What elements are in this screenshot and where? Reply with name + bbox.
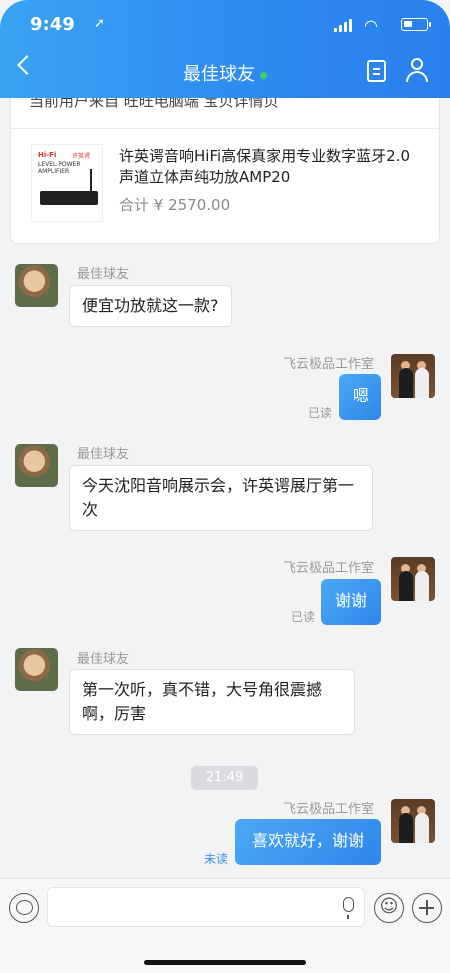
online-status-icon (260, 71, 267, 79)
product-name[interactable]: 许英谔音响HiFi高保真家用专业数字蓝牙2.0声道立体声纯功放AMP20 (119, 146, 419, 188)
emoji-icon[interactable]: ☺ (374, 893, 404, 923)
wifi-icon: ◠ (364, 16, 378, 35)
battery-icon (401, 18, 431, 31)
contact-avatar[interactable] (15, 264, 58, 307)
profile-icon[interactable] (406, 58, 428, 82)
message-bubble-outgoing[interactable]: 喜欢就好，谢谢 (235, 819, 381, 865)
read-status: 已读 (290, 610, 315, 624)
message-input[interactable] (47, 887, 365, 927)
unread-status: 未读 (203, 852, 228, 866)
sender-name: 最佳球友 (77, 447, 130, 462)
card-divider (11, 128, 439, 129)
order-document-icon[interactable] (367, 60, 386, 82)
message-bubble-outgoing[interactable]: 谢谢 (321, 579, 381, 625)
status-bar: 9:49 ➚ ◠ (30, 14, 431, 38)
my-avatar[interactable] (391, 557, 435, 601)
signal-icon (334, 18, 352, 32)
contact-avatar[interactable] (15, 444, 58, 487)
input-bar: ☺ (0, 878, 450, 973)
message-timestamp: 21:49 (191, 766, 258, 790)
chat-bubble-icon[interactable] (9, 893, 39, 923)
home-indicator[interactable] (144, 960, 306, 965)
status-time: 9:49 (30, 14, 75, 35)
message-bubble-outgoing[interactable]: 嗯 (339, 374, 381, 420)
message-bubble-incoming[interactable]: 便宜功放就这一款? (69, 285, 232, 327)
microphone-icon[interactable] (343, 897, 354, 919)
contact-name: 最佳球友 (183, 64, 255, 85)
sender-name: 飞云极品工作室 (282, 561, 374, 576)
product-price: 合计 ¥ 2570.00 (119, 196, 231, 214)
my-avatar[interactable] (391, 354, 435, 398)
message-bubble-incoming[interactable]: 今天沈阳音响展示会，许英谔展厅第一次 (69, 465, 373, 531)
source-info: 当前用户来自 旺旺电脑端 宝贝详情页 (29, 98, 279, 110)
product-card[interactable]: 当前用户来自 旺旺电脑端 宝贝详情页 Hi-Fi 许英谔 LEVEL POWER… (10, 98, 440, 244)
sender-name: 飞云极品工作室 (282, 357, 374, 372)
contact-avatar[interactable] (15, 648, 58, 691)
chat-header: 9:49 ➚ ◠ 最佳球友 (0, 0, 450, 98)
plus-icon[interactable] (412, 893, 442, 923)
message-bubble-incoming[interactable]: 第一次听，真不错，大号角很震撼啊，厉害 (69, 669, 355, 735)
my-avatar[interactable] (391, 799, 435, 843)
location-arrow-icon: ➚ (94, 16, 105, 31)
sender-name: 飞云极品工作室 (282, 802, 374, 817)
read-status: 已读 (307, 406, 332, 420)
sender-name: 最佳球友 (77, 652, 130, 667)
product-image[interactable]: Hi-Fi 许英谔 LEVEL POWER AMPLIFIER (31, 144, 103, 222)
sender-name: 最佳球友 (77, 267, 130, 282)
